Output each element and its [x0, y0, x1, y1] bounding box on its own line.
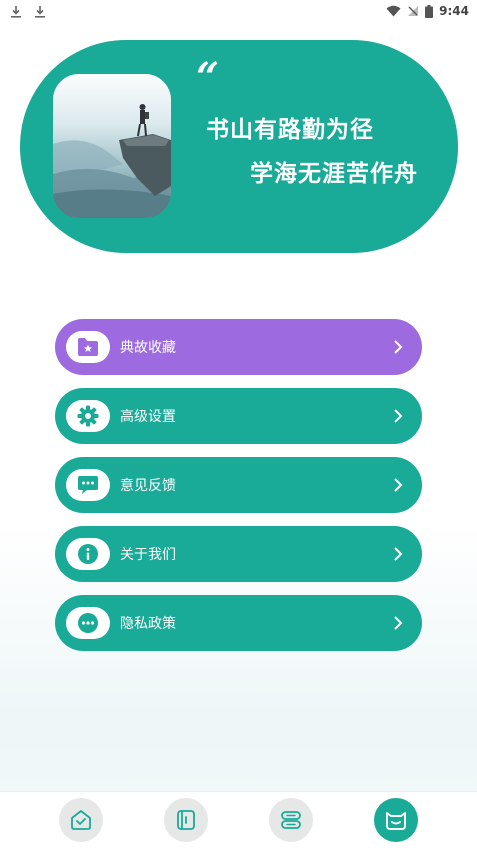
slogan-line-1: 书山有路勤为径	[206, 117, 374, 143]
chat-bubble-icon	[78, 476, 98, 494]
nav-list-button[interactable]	[269, 798, 314, 842]
nav-home-button[interactable]	[58, 798, 103, 842]
slogan-banner: “ 书山有路勤为径 学海无涯苦作舟	[20, 40, 458, 253]
more-dots-icon	[78, 613, 98, 633]
list-icon	[281, 811, 302, 829]
menu-label: 高级设置	[120, 409, 176, 425]
menu-label: 典故收藏	[120, 340, 176, 356]
gear-icon	[77, 405, 99, 427]
menu-icon-pill	[66, 400, 110, 432]
menu-label: 意见反馈	[120, 478, 176, 494]
mountain-hiker-photo	[53, 74, 171, 218]
menu-icon-pill	[66, 607, 110, 639]
nav-book-button[interactable]	[163, 798, 208, 842]
status-left	[10, 5, 46, 18]
book-icon	[176, 810, 195, 830]
nav-profile-button[interactable]	[374, 798, 419, 842]
profile-icon	[386, 812, 407, 830]
menu-item-about-us[interactable]: 关于我们	[55, 526, 422, 582]
download-icon	[11, 5, 21, 18]
wifi-icon	[386, 5, 401, 17]
menu-icon-pill	[66, 469, 110, 501]
no-signal-icon	[408, 6, 419, 16]
download-icon	[35, 5, 45, 18]
folder-star-icon	[78, 338, 98, 356]
home-check-icon	[70, 810, 91, 830]
battery-icon	[425, 4, 434, 18]
menu-icon-pill	[66, 331, 110, 363]
chevron-right-icon	[386, 335, 410, 359]
info-icon	[78, 544, 98, 564]
chevron-right-icon	[386, 611, 410, 635]
menu-item-favorites[interactable]: 典故收藏	[55, 319, 422, 375]
menu-label: 隐私政策	[120, 616, 176, 632]
bottom-nav	[0, 791, 477, 848]
menu-item-advanced-settings[interactable]: 高级设置	[55, 388, 422, 444]
menu-item-privacy-policy[interactable]: 隐私政策	[55, 595, 422, 651]
menu-item-feedback[interactable]: 意见反馈	[55, 457, 422, 513]
quote-mark: “	[196, 54, 220, 101]
chevron-right-icon	[386, 404, 410, 428]
menu-icon-pill	[66, 538, 110, 570]
chevron-right-icon	[386, 473, 410, 497]
chevron-right-icon	[386, 542, 410, 566]
slogan-line-2: 学海无涯苦作舟	[250, 161, 418, 187]
status-right: 9:44	[386, 4, 469, 18]
status-time: 9:44	[439, 4, 469, 18]
menu-label: 关于我们	[120, 547, 176, 563]
status-bar: 9:44	[0, 0, 477, 22]
